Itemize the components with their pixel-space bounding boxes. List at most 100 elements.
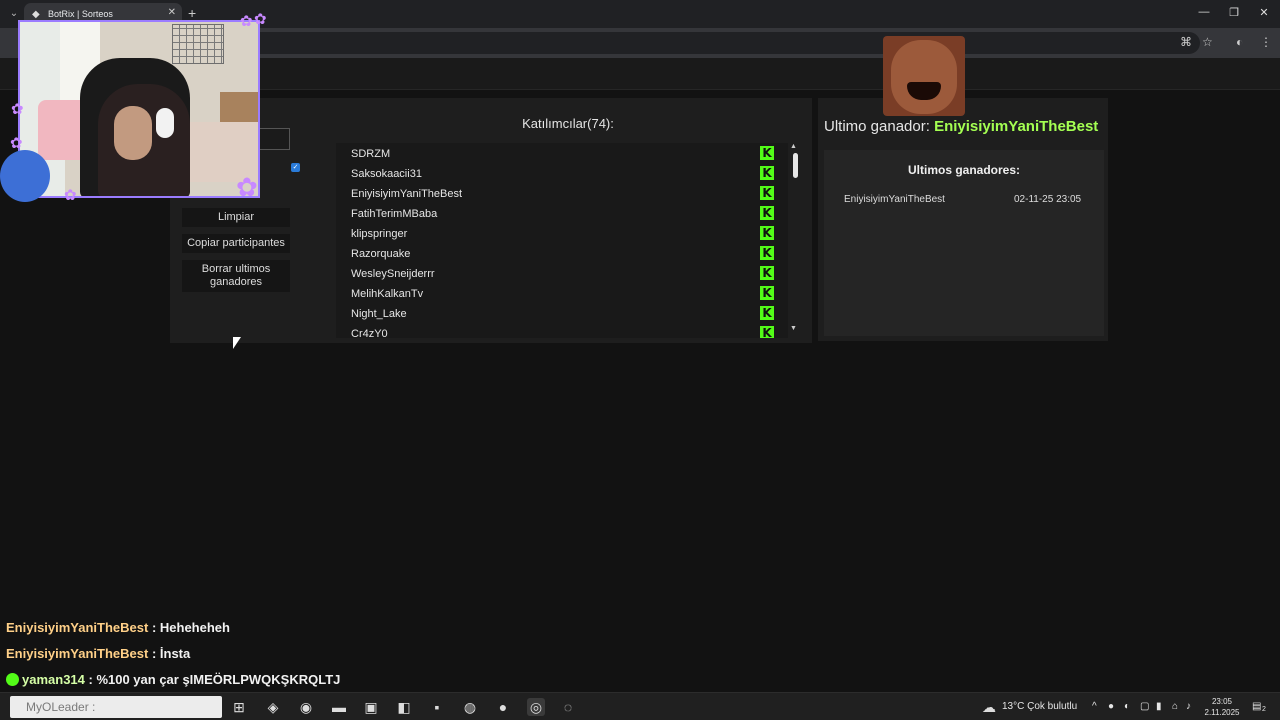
last-winner-heading: Ultimo ganador: EniyisiyimYaniTheBest [824,118,1098,135]
task-view-icon[interactable]: ⊞ [230,698,248,716]
list-item: Night_Lake K [336,303,788,323]
tray-app-icon[interactable]: ▢ [1140,701,1149,712]
list-item: WesleySneijderrr K [336,263,788,283]
participant-name: Cr4zY0 [351,328,388,338]
volume-icon[interactable]: ♪ [1186,701,1191,712]
chat-text: : İnsta [148,646,191,661]
notification-count-badge: 2 [1262,706,1266,713]
kick-icon: K [760,266,774,280]
network-icon[interactable]: ⌂ [1172,701,1178,712]
participants-scrollbar[interactable]: ▲ ▼ [790,143,800,338]
restore-button[interactable]: ❐ [1224,6,1244,19]
participant-name: Razorquake [351,248,411,260]
notifications-icon[interactable]: ▤ [1252,701,1261,712]
tray-overflow-chevron-icon[interactable]: ^ [1092,701,1097,712]
last-winner-name: EniyisiyimYaniTheBest [934,118,1099,135]
copy-participants-button[interactable]: Copiar participantes [182,234,290,253]
kick-icon: K [760,226,774,240]
outlook-icon[interactable]: ◧ [395,698,413,716]
microphone-icon[interactable]: ▮ [1156,701,1162,712]
clear-button[interactable]: Limpiar [182,208,290,227]
participant-name: SDRZM [351,148,391,160]
list-item: EniyisiyimYaniTheBest K [336,183,788,203]
flower-sticker-icon: ✿ [11,101,24,118]
clock-date: 2.11.2025 [1204,708,1240,717]
scroll-up-arrow-icon[interactable]: ▲ [790,143,797,150]
close-window-button[interactable]: ✕ [1254,6,1274,19]
new-tab-button[interactable]: + [188,5,196,21]
participant-name: Night_Lake [351,308,407,320]
delete-last-winners-button[interactable]: Borrar ultimos ganadores [182,260,290,292]
scroll-down-arrow-icon[interactable]: ▼ [790,325,797,332]
webcam-headphones [156,108,174,138]
last-winner-label: Ultimo ganador: [824,118,930,135]
participant-name: MelihKalkanTv [351,288,424,300]
weather-text[interactable]: 13°C Çok bulutlu [1002,701,1077,712]
taskbar-search-box[interactable]: MyOLeader : [10,696,222,718]
taskbar-clock[interactable]: 23:05 2.11.2025 [1202,696,1242,718]
scroll-thumb[interactable] [793,153,798,178]
bookmark-star-icon[interactable]: ☆ [1202,35,1213,49]
participant-name: WesleySneijderrr [351,268,435,280]
winners-history-title: Ultimos ganadores: [907,163,1021,177]
flower-sticker-icon: ✿ [10,135,23,152]
browser-menu-icon[interactable]: ⋮ [1260,35,1272,49]
obs-icon[interactable]: ◌ [559,698,577,716]
tray-app-icon[interactable]: ● [1108,701,1114,712]
discord-icon[interactable]: ◍ [461,698,479,716]
chat-message: EniyisiyimYaniTheBest : İnsta [6,646,506,672]
chat-username: EniyisiyimYaniTheBest [6,620,149,635]
minimize-button[interactable]: — [1194,6,1214,18]
list-item: Cr4zY0 K [336,323,788,338]
premiere-pro-icon[interactable]: ▪ [428,698,446,716]
store-icon[interactable]: ▣ [362,698,380,716]
tab-title: BotRix | Sorteos [48,9,113,19]
webcam-streamer-face [114,106,152,160]
profile-icon[interactable]: ◐ [1236,35,1243,49]
kick-icon: K [760,326,774,338]
history-winner-date: 02-11-25 23:05 [1014,194,1082,205]
edge-icon[interactable]: ◉ [297,698,315,716]
webcam-overlay [18,20,260,198]
kick-icon: K [760,166,774,180]
kick-icon: K [760,186,774,200]
list-item: Razorquake K [336,243,788,263]
chat-username: yaman314 [22,672,85,687]
flower-sticker-icon: ✿ [64,187,77,204]
copilot-icon[interactable]: ◈ [264,698,282,716]
chat-text: : %100 yan çar şIMEÖRLPWQKŞKRQLTJ [84,672,341,687]
list-item: klipspringer K [336,223,788,243]
participants-list[interactable]: SDRZM K Saksokaacii31 K EniyisiyimYaniTheB… [336,143,788,338]
participant-name: EniyisiyimYaniTheBest [351,188,463,200]
file-explorer-icon[interactable]: ▬ [330,698,348,716]
tab-close-icon[interactable]: ✕ [168,7,176,18]
spotify-icon[interactable]: ● [494,698,512,716]
kick-icon: K [760,306,774,320]
translate-icon[interactable]: ⌘ [1180,35,1192,49]
laughing-meme-overlay [883,36,965,116]
chat-badge-icon [6,673,19,686]
option-checkbox[interactable]: ✓ [291,163,300,172]
kick-icon: K [760,246,774,260]
chrome-icon[interactable]: ◎ [527,698,545,716]
flower-sticker-icon: ✿ [254,11,267,28]
keyword-input[interactable] [258,128,290,150]
kick-icon: K [760,146,774,160]
clock-time: 23:05 [1211,697,1233,706]
chat-username: EniyisiyimYaniTheBest [6,646,149,661]
action-buttons: Limpiar Copiar participantes Borrar ulti… [182,208,290,299]
steam-icon[interactable]: ◐ [1124,701,1130,712]
windows-taskbar: MyOLeader : ⊞ ◈ ◉ ▬ ▣ ◧ ▪ ◍ ● ◎ ◌ ☁ 13°C… [0,692,1280,720]
kick-icon: K [760,206,774,220]
taskbar-search-placeholder: MyOLeader : [26,700,96,714]
list-item: Saksokaacii31 K [336,163,788,183]
winners-history: Ultimos ganadores: EniyisiyimYaniTheBest… [824,150,1104,336]
list-item: MelihKalkanTv K [336,283,788,303]
list-item: SDRZM K [336,143,788,163]
weather-cloud-icon[interactable]: ☁ [980,698,998,716]
kick-icon: K [760,286,774,300]
flower-sticker-icon: ✿ [236,172,258,202]
mouse-pointer-icon [233,337,241,349]
participant-name: klipspringer [351,228,408,240]
webcam-wall-grid [172,24,224,64]
